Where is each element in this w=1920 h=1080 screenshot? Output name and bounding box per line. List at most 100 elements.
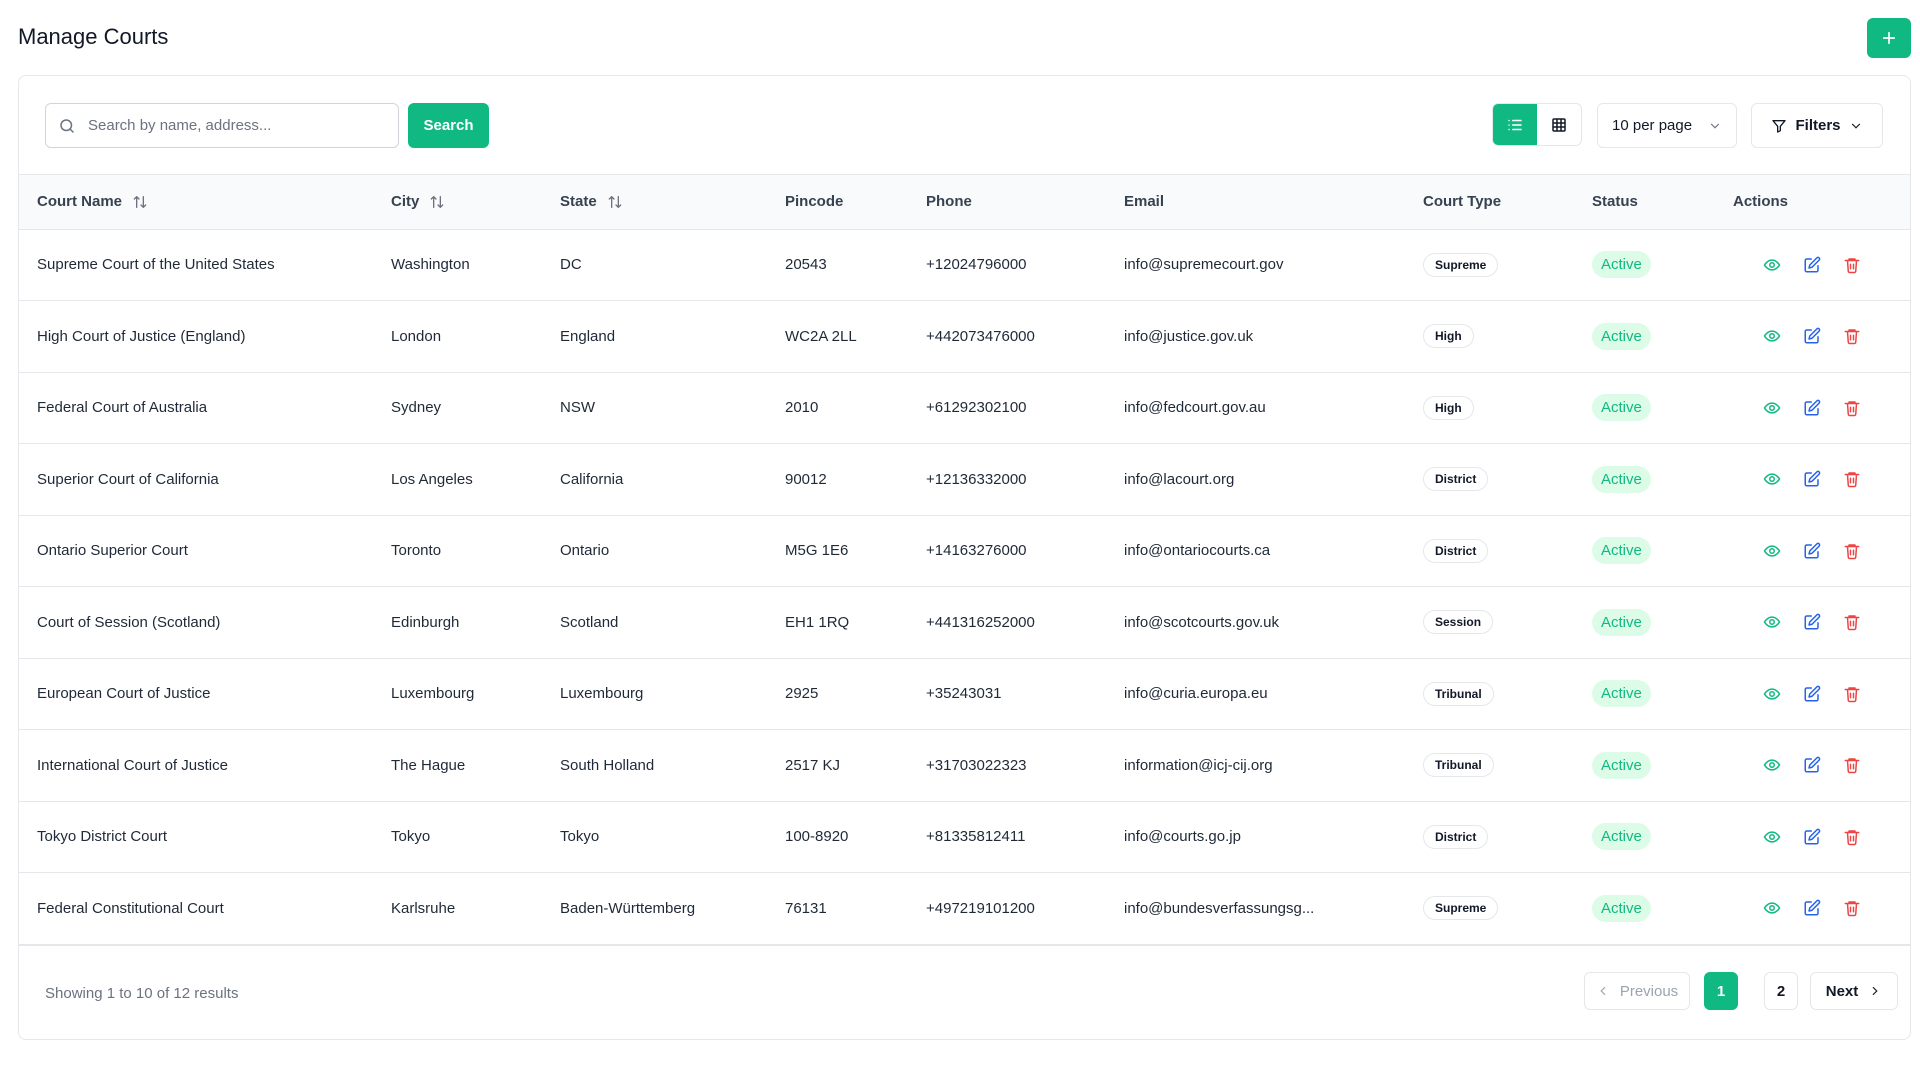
search-button[interactable]: Search [408, 103, 489, 148]
view-button[interactable] [1763, 542, 1781, 560]
view-button[interactable] [1763, 327, 1781, 345]
court-type-cell: Tribunal [1405, 730, 1574, 802]
delete-button[interactable] [1843, 828, 1861, 846]
court-name-cell: International Court of Justice [37, 756, 228, 774]
delete-button[interactable] [1843, 256, 1861, 274]
filters-button[interactable]: Filters [1751, 103, 1883, 148]
search-icon [60, 118, 74, 133]
edit-button[interactable] [1803, 756, 1821, 774]
status-cell: Active [1574, 873, 1715, 945]
delete-button[interactable] [1843, 542, 1861, 560]
email-cell: info@bundesverfassungsg... [1124, 899, 1315, 917]
state-cell: Ontario [560, 542, 610, 560]
delete-button[interactable] [1843, 685, 1861, 703]
actions-cell [1715, 801, 1910, 873]
column-header-court-name[interactable]: Court Name [19, 175, 373, 229]
court-name-cell: High Court of Justice (England) [37, 327, 246, 345]
edit-button[interactable] [1803, 828, 1821, 846]
grid-view-button[interactable] [1537, 104, 1581, 145]
table-row: International Court of Justice The Hague S… [19, 730, 1910, 802]
phone-cell: +442073476000 [926, 327, 1035, 345]
edit-button[interactable] [1803, 899, 1821, 917]
state-cell: England [560, 327, 616, 345]
view-icon [1763, 759, 1781, 771]
previous-button[interactable]: Previous [1584, 972, 1690, 1010]
state-cell: Baden-Württemberg [560, 899, 696, 917]
delete-button[interactable] [1843, 756, 1861, 774]
delete-button[interactable] [1843, 613, 1861, 631]
edit-button[interactable] [1803, 399, 1821, 417]
list-view-button[interactable] [1493, 104, 1537, 145]
court-type-badge: Supreme [1423, 252, 1499, 277]
phone-cell: +81335812411 [926, 828, 1026, 846]
edit-button[interactable] [1803, 685, 1821, 703]
email-cell: info@curia.europa.eu [1124, 685, 1268, 703]
search-input[interactable] [88, 117, 388, 134]
chevron-down-icon [1710, 123, 1720, 129]
add-court-button[interactable] [1867, 18, 1911, 58]
actions-cell [1715, 229, 1910, 301]
column-header-court-type: Court Type [1423, 193, 1502, 211]
delete-button[interactable] [1843, 399, 1861, 417]
column-header-state[interactable]: State [542, 175, 767, 229]
table-row: Tokyo District Court Tokyo Tokyo 100-8920 +8… [19, 801, 1910, 873]
delete-button[interactable] [1843, 899, 1861, 917]
court-name-cell: Federal Court of Australia [37, 399, 208, 417]
view-button[interactable] [1763, 470, 1781, 488]
court-type-cell: Tribunal [1405, 658, 1574, 730]
edit-button[interactable] [1803, 327, 1821, 345]
court-type-badge: Tribunal [1423, 681, 1494, 706]
delete-button[interactable] [1843, 470, 1861, 488]
edit-icon [1804, 256, 1821, 273]
email-cell: info@supremecourt.gov [1124, 256, 1284, 274]
chevron-right-icon [1872, 986, 1878, 996]
status-cell: Active [1574, 372, 1715, 444]
grid-icon [1552, 117, 1566, 132]
edit-button[interactable] [1803, 613, 1821, 631]
page-button-1[interactable]: 1 [1704, 972, 1738, 1010]
delete-icon [1844, 758, 1860, 774]
view-button[interactable] [1763, 828, 1781, 846]
city-cell: Toronto [391, 542, 442, 560]
court-type-cell: Supreme [1405, 873, 1574, 945]
next-label: Next [1825, 982, 1859, 1000]
next-button[interactable]: Next [1810, 972, 1898, 1010]
column-header-city[interactable]: City [373, 175, 542, 229]
list-icon [1508, 119, 1522, 130]
table-body: Supreme Court of the United States Washin… [19, 229, 1910, 944]
court-type-badge: District [1423, 467, 1489, 492]
phone-cell: +12024796000 [926, 256, 1027, 274]
table-row: Federal Court of Australia Sydney NSW 2010 +… [19, 372, 1910, 444]
page-button-2[interactable]: 2 [1764, 972, 1798, 1010]
results-summary: Showing 1 to 10 of 12 results [45, 985, 239, 1002]
court-type-badge: Tribunal [1423, 753, 1494, 778]
pincode-cell: 2925 [785, 685, 819, 703]
delete-button[interactable] [1843, 327, 1861, 345]
city-cell: The Hague [391, 756, 466, 774]
edit-icon [1804, 399, 1821, 416]
table-row: High Court of Justice (England) London Eng… [19, 301, 1910, 372]
city-cell: Tokyo [391, 828, 431, 846]
page-title: Manage Courts [18, 24, 169, 49]
actions-cell [1715, 372, 1910, 444]
status-cell: Active [1574, 801, 1715, 873]
court-name-cell: Federal Constitutional Court [37, 899, 224, 917]
status-badge: Active [1592, 751, 1651, 779]
edit-button[interactable] [1803, 256, 1821, 274]
row-actions [1733, 470, 1910, 488]
status-badge: Active [1592, 680, 1651, 708]
email-cell: info@scotcourts.gov.uk [1124, 613, 1280, 631]
chevron-left-icon [1600, 986, 1606, 996]
view-button[interactable] [1763, 756, 1781, 774]
phone-cell: +12136332000 [926, 470, 1027, 488]
edit-button[interactable] [1803, 542, 1821, 560]
view-button[interactable] [1763, 256, 1781, 274]
edit-button[interactable] [1803, 470, 1821, 488]
view-button[interactable] [1763, 399, 1781, 417]
pincode-cell: 100-8920 [785, 828, 849, 846]
per-page-select[interactable]: 10 per page [1597, 103, 1737, 148]
court-type-cell: District [1405, 515, 1574, 587]
view-button[interactable] [1763, 685, 1781, 703]
view-button[interactable] [1763, 899, 1781, 917]
view-button[interactable] [1763, 613, 1781, 631]
